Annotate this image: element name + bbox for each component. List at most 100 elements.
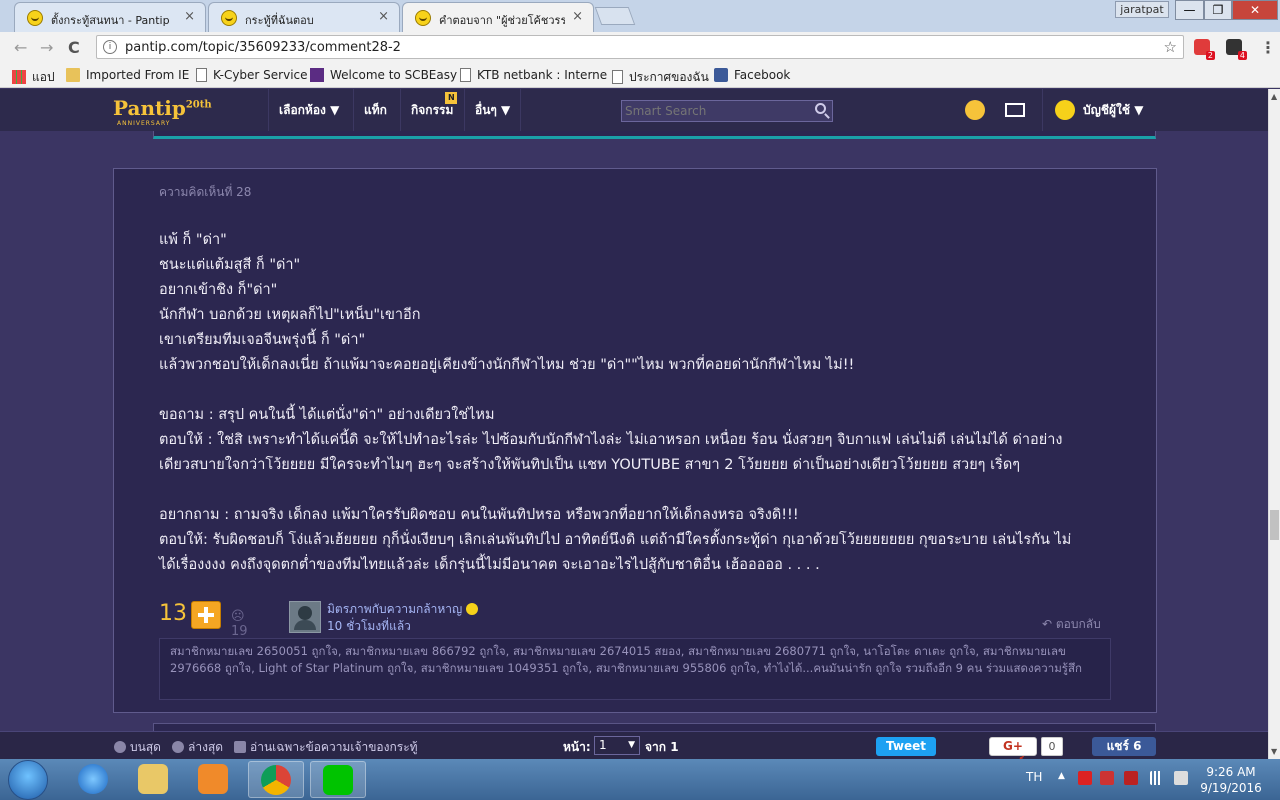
author-avatar[interactable]: [289, 601, 321, 633]
account-label: บัญชีผู้ใช้ ▼: [1083, 103, 1144, 117]
author-name-text: มิตรภาพกับความกล้าหาญ: [327, 602, 463, 616]
facebook-share-button[interactable]: แชร์ 6: [1092, 737, 1156, 756]
url-text[interactable]: pantip.com/topic/35609233/comment28-2: [125, 40, 401, 55]
taskbar-file-explorer[interactable]: [126, 761, 182, 798]
taskbar-line[interactable]: [310, 761, 366, 798]
taskbar-media-player[interactable]: [186, 761, 242, 798]
tab-title: ตั้งกระทู้สนทนา - Pantip: [51, 14, 170, 27]
bookmark-my-announcements[interactable]: ประกาศของฉัน: [612, 68, 709, 87]
tray-app-icon[interactable]: [1124, 771, 1138, 785]
browser-tab-2[interactable]: กระทู้ที่ฉันตอบ ×: [208, 2, 400, 32]
search-input[interactable]: [622, 101, 802, 121]
emotion-count-value: 19: [231, 624, 248, 639]
reactions-list[interactable]: สมาชิกหมายเลข 2650051 ถูกใจ, สมาชิกหมายเ…: [159, 638, 1111, 700]
folder-icon: [66, 68, 80, 82]
browser-user-chip[interactable]: jaratpat: [1115, 1, 1169, 18]
logo-subtitle: ANNIVERSARY: [117, 120, 171, 127]
scroll-bottom-button[interactable]: ล่างสุด: [172, 738, 223, 757]
page-content: ความคิดเห็นที่ 28 แพ้ ก็ "ด่า" ชนะแต่แต้…: [0, 131, 1268, 731]
forward-arrow-icon[interactable]: →: [40, 38, 53, 57]
tweet-button[interactable]: Tweet: [876, 737, 936, 756]
magnify-icon: [234, 741, 246, 753]
chrome-menu-icon[interactable]: ⋮: [1260, 38, 1276, 57]
plus-vote-button[interactable]: [191, 601, 221, 629]
network-signal-icon[interactable]: [1150, 771, 1164, 785]
site-info-icon[interactable]: i: [103, 40, 117, 54]
pantip-favicon-icon: [221, 10, 237, 26]
nav-tags[interactable]: แท็ก: [353, 89, 397, 131]
owner-only-button[interactable]: อ่านเฉพาะข้อความเจ้าของกระทู้: [234, 738, 418, 757]
nav-choose-room[interactable]: เลือกห้อง ▼: [268, 89, 349, 131]
browser-tab-1[interactable]: ตั้งกระทู้สนทนา - Pantip ×: [14, 2, 206, 32]
window-close-button[interactable]: ✕: [1232, 0, 1278, 20]
extension-badge: 4: [1237, 51, 1247, 60]
next-comment-card: [153, 723, 1156, 731]
tray-app-icon[interactable]: [1100, 771, 1114, 785]
pantip-footer-bar: บนสุด ล่างสุด อ่านเฉพาะข้อความเจ้าของกระ…: [0, 731, 1268, 770]
tab-title: คำตอบจาก "ผู้ช่วยโค้ชวรรณา": [439, 14, 565, 27]
search-icon[interactable]: [815, 103, 826, 114]
taskbar-clock[interactable]: 9:26 AM 9/19/2016: [1198, 764, 1264, 796]
tray-expand-icon[interactable]: ▲: [1058, 771, 1072, 785]
internet-explorer-icon: [78, 764, 108, 794]
back-arrow-icon[interactable]: ←: [14, 38, 27, 57]
smart-search-box[interactable]: [621, 100, 833, 122]
scroll-up-arrow-icon[interactable]: ▲: [1271, 92, 1277, 101]
bookmark-label: Imported From IE: [86, 68, 190, 82]
window-minimize-button[interactable]: —: [1175, 0, 1204, 20]
bookmark-facebook[interactable]: Facebook: [714, 68, 790, 82]
mail-icon[interactable]: [1005, 103, 1025, 117]
emotion-count[interactable]: ☹ 19: [231, 609, 248, 639]
page-scrollbar[interactable]: ▲ ▼: [1268, 89, 1280, 759]
scb-logo-icon: [310, 68, 324, 82]
google-plus-share-button[interactable]: G+ แชร์: [989, 737, 1037, 770]
input-language[interactable]: TH: [1026, 770, 1042, 784]
google-plus-count: 0: [1041, 737, 1063, 756]
tab-close-icon[interactable]: ×: [378, 9, 389, 24]
nav-more[interactable]: อื่นๆ ▼: [464, 89, 522, 131]
browser-tab-3-active[interactable]: คำตอบจาก "ผู้ช่วยโค้ชวรรณา" ×: [402, 2, 594, 33]
taskbar-chrome[interactable]: [248, 761, 304, 798]
volume-muted-icon[interactable]: [1174, 771, 1188, 785]
facebook-icon: [714, 68, 728, 82]
windows-start-button[interactable]: [8, 760, 48, 800]
scroll-down-arrow-icon[interactable]: ▼: [1271, 747, 1277, 756]
nav-activities[interactable]: กิจกรรม N: [400, 89, 463, 131]
previous-comment-card: [153, 131, 1156, 139]
scroll-top-button[interactable]: บนสุด: [114, 738, 161, 757]
extension-red-icon[interactable]: 2: [1194, 39, 1215, 60]
bookmark-ktb-netbank[interactable]: KTB netbank : Interne: [460, 68, 607, 82]
taskbar-internet-explorer[interactable]: [66, 761, 122, 798]
new-tab-button[interactable]: [594, 7, 636, 25]
bookmark-k-cyber[interactable]: K-Cyber Service: [196, 68, 308, 82]
reload-icon[interactable]: C: [68, 38, 80, 57]
tab-close-icon[interactable]: ×: [184, 9, 195, 24]
scroll-thumb[interactable]: [1270, 510, 1279, 540]
pantip-favicon-icon: [415, 10, 431, 26]
page-select[interactable]: 1 ▼: [594, 736, 640, 755]
reply-button[interactable]: ↶ ตอบกลับ: [1042, 615, 1101, 634]
bookmark-scbeasy[interactable]: Welcome to SCBEasy: [310, 68, 457, 82]
nav-label: กิจกรรม: [411, 103, 454, 117]
tray-app-icon[interactable]: [1078, 771, 1092, 785]
down-circle-icon: [172, 741, 184, 753]
address-bar[interactable]: i pantip.com/topic/35609233/comment28-2 …: [96, 35, 1184, 59]
page-icon: [612, 70, 623, 84]
pantip-logo[interactable]: Pantip20th ANNIVERSARY: [113, 96, 212, 127]
page-label: หน้า:: [563, 740, 591, 754]
tab-close-icon[interactable]: ×: [572, 9, 583, 24]
page-icon: [196, 68, 207, 82]
reply-arrow-icon: ↶: [1042, 617, 1056, 631]
comment-line: แพ้ ก็ "ด่า": [159, 232, 227, 248]
media-player-icon: [198, 764, 228, 794]
extension-dark-icon[interactable]: 4: [1226, 39, 1247, 60]
comment-line: ตอบให้: รับผิดชอบก็ โง่แล้วเฮ้ยยยย กุก็น…: [159, 532, 1072, 548]
bookmark-imported-from-ie[interactable]: Imported From IE: [66, 68, 189, 82]
bookmark-apps[interactable]: แอป: [12, 68, 55, 87]
new-topic-icon[interactable]: [965, 100, 985, 120]
comment-line: ตอบให้ : ใช่สิ เพราะทำได้แค่นี้ดิ จะให้ไ…: [159, 432, 1063, 448]
account-menu[interactable]: บัญชีผู้ใช้ ▼: [1042, 89, 1143, 131]
bookmark-star-icon[interactable]: ☆: [1164, 38, 1177, 56]
window-maximize-button[interactable]: ❐: [1204, 0, 1232, 20]
reply-label: ตอบกลับ: [1055, 617, 1101, 631]
